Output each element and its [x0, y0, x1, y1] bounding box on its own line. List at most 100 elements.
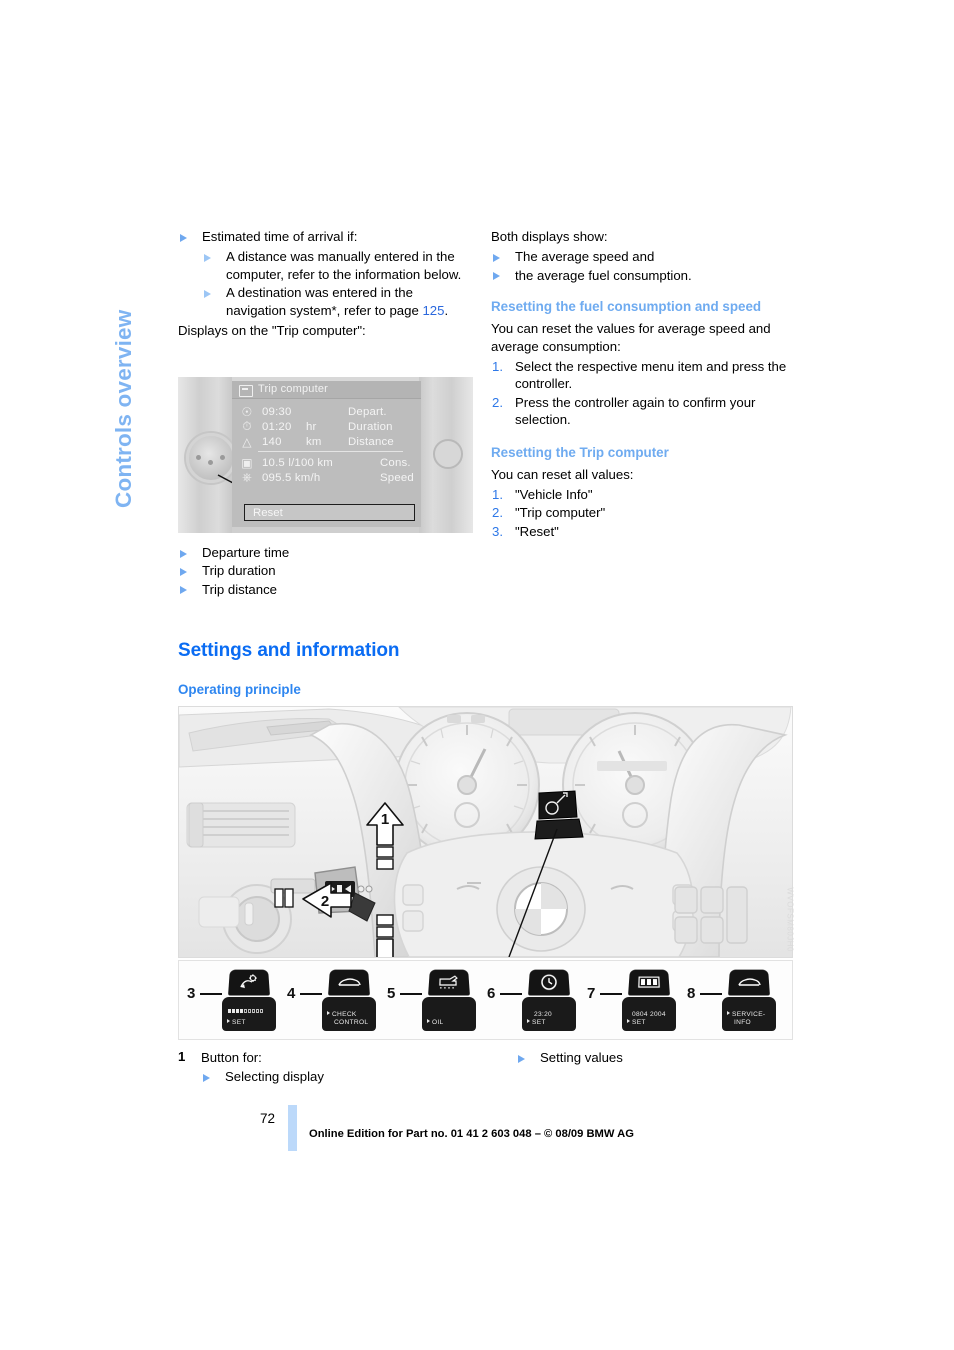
calendar-icon — [628, 969, 670, 996]
duration-label: Duration — [348, 420, 393, 433]
key-item-6: 6 23:20 SET — [487, 969, 579, 1033]
trip-computer-title-text: Trip computer — [258, 383, 329, 395]
list-item: "Vehicle Info" — [492, 486, 593, 504]
reset-trip-intro: You can reset all values: — [491, 466, 634, 482]
key-display-3: SET — [222, 997, 276, 1031]
footer-text: Online Edition for Part no. 01 41 2 603 … — [309, 1128, 634, 1140]
page-title: Settings and information — [178, 640, 400, 661]
dashboard-figure: 1 1 2 — [178, 706, 795, 1040]
list-item: Press the controller again to confirm yo… — [492, 394, 756, 428]
list-item: Selecting display — [201, 1068, 478, 1085]
list-item: A distance was manually entered in the c… — [202, 248, 474, 283]
key-item-5: 5 OIL — [387, 969, 479, 1033]
trip-computer-legend: Departure time Trip duration Trip distan… — [178, 544, 474, 599]
reset-trip-steps: "Vehicle Info" "Trip computer" "Reset" — [491, 486, 793, 541]
reset-fuel-intro: You can reset the values for average spe… — [491, 321, 771, 354]
reset-fuel-steps: Select the respective menu item and pres… — [491, 358, 793, 429]
heading-reset-fuel: Resetting the fuel consumption and speed — [491, 299, 762, 315]
consumption-label: Cons. — [380, 456, 411, 469]
chapter-tab-label: Controls overview — [111, 309, 136, 508]
left-column: Estimated time of arrival if: A distance… — [178, 228, 474, 340]
nav-sub-text: A destination was entered in the navigat… — [226, 285, 423, 318]
page-reference-suffix: . — [444, 302, 449, 318]
key-number: 6 — [487, 985, 496, 1002]
svg-text:2: 2 — [321, 893, 329, 910]
right-column: Both displays show: The average speed an… — [491, 228, 793, 541]
key-display-line1: CHECK — [327, 1011, 357, 1019]
duration-value: 01:20 — [262, 420, 292, 433]
page-footer: 72 Online Edition for Part no. 01 41 2 6… — [178, 1105, 798, 1151]
oil-can-icon — [428, 969, 470, 996]
caption-label: Button for: — [201, 1050, 262, 1065]
brightness-dimmer-icon — [228, 969, 270, 996]
clock-icon — [528, 969, 570, 996]
distance-unit: km — [306, 435, 322, 448]
speed-value: 095.5 km/h — [262, 471, 321, 484]
departure-label: Depart. — [348, 405, 387, 418]
key-display-line1: 0804 2004 — [632, 1011, 666, 1019]
table-row: △ 140 km Distance — [232, 434, 421, 449]
key-display-8: SERVICE- INFO — [722, 997, 776, 1031]
key-item-4: 4 CHECK CONTROL — [287, 969, 379, 1033]
list-item: Select the respective menu item and pres… — [492, 358, 787, 392]
key-display-7: 0804 2004 SET — [622, 997, 676, 1031]
table-row: ☉ 09:30 Depart. — [232, 404, 421, 419]
departure-value: 09:30 — [262, 405, 292, 418]
key-displays-strip: 3 SET 4 CHECK CONTROL 5 OIL 6 23:20 SET … — [178, 960, 793, 1040]
controller-knob-icon — [186, 433, 236, 483]
leader-line — [300, 993, 322, 995]
brightness-bars — [228, 1009, 263, 1013]
figure-caption-right: Setting values — [516, 1049, 796, 1067]
page-reference-link[interactable]: 125 — [422, 303, 444, 318]
list-item: "Trip computer" — [492, 504, 606, 522]
caption-number: 1 — [178, 1049, 186, 1064]
leader-line — [500, 993, 522, 995]
speed-label: Speed — [380, 471, 414, 484]
departure-icon: ☉ — [241, 404, 253, 419]
duration-unit: hr — [306, 420, 317, 433]
trip-computer-screen-title: Trip computer — [232, 381, 421, 399]
stopwatch-icon: ⏱ — [242, 419, 252, 433]
key-display-line1: 23:20 — [534, 1011, 553, 1019]
trip-computer-rows: ☉ 09:30 Depart. ⏱ 01:20 hr Duration △ 14… — [232, 399, 421, 485]
consumption-value: 10.5 l/100 km — [262, 456, 333, 469]
table-row: ⏱ 01:20 hr Duration — [232, 419, 421, 434]
key-item-8: 8 SERVICE- INFO — [687, 969, 779, 1033]
menu-icon — [239, 385, 253, 397]
list-item: "Reset" — [492, 523, 559, 541]
footer-accent-bar — [288, 1105, 297, 1151]
right-dial-icon — [433, 439, 463, 469]
table-row: ⎈ 095.5 km/h Speed — [232, 470, 421, 485]
car-icon — [728, 969, 770, 996]
leader-line — [400, 993, 422, 995]
arrival-sub-list: A distance was manually entered in the c… — [202, 248, 474, 319]
caption-left-list: Selecting display — [201, 1068, 478, 1085]
page-number: 72 — [260, 1111, 276, 1126]
reset-button[interactable]: Reset — [244, 504, 415, 521]
leader-line — [200, 993, 222, 995]
list-item: Setting values — [516, 1049, 796, 1066]
key-display-5: OIL — [422, 997, 476, 1031]
arrival-bullet-list: Estimated time of arrival if: A distance… — [178, 228, 474, 319]
list-item: Departure time — [178, 544, 474, 561]
trip-computer-screen: Trip computer ☉ 09:30 Depart. ⏱ 01:20 hr… — [232, 381, 421, 527]
key-item-3: 3 SET — [187, 969, 279, 1033]
leader-line — [600, 993, 622, 995]
manual-page: Controls overview Estimated time of arri… — [0, 0, 954, 1350]
list-item: the average fuel consumption. — [491, 267, 793, 284]
both-displays-list: The average speed and the average fuel c… — [491, 248, 793, 284]
figure-caption-left: 1 Button for: Selecting display — [178, 1049, 478, 1087]
key-item-7: 7 0804 2004 SET — [587, 969, 679, 1033]
list-item: The average speed and — [491, 248, 793, 265]
key-display-line2: INFO — [734, 1019, 751, 1027]
chapter-tab: Controls overview — [111, 228, 176, 508]
key-number: 5 — [387, 985, 396, 1002]
trip-computer-screenshot: Trip computer ☉ 09:30 Depart. ⏱ 01:20 hr… — [178, 377, 473, 533]
list-item: Estimated time of arrival if: A distance… — [178, 228, 474, 319]
key-display-line2: SET — [527, 1019, 546, 1027]
distance-value: 140 — [262, 435, 282, 448]
distance-icon: △ — [242, 434, 252, 449]
svg-text:1: 1 — [381, 811, 389, 828]
table-row: ▣ 10.5 l/100 km Cons. — [232, 455, 421, 470]
key-display-line1: SERVICE- — [727, 1011, 765, 1019]
